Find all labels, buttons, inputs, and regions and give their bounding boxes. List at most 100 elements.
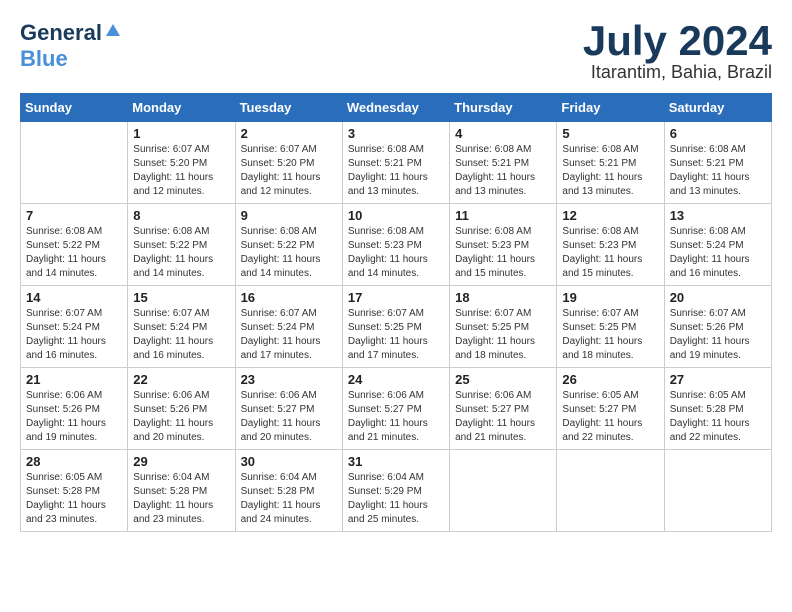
- day-number: 12: [562, 208, 658, 223]
- calendar-cell: 21 Sunrise: 6:06 AM Sunset: 5:26 PM Dayli…: [21, 368, 128, 450]
- day-number: 29: [133, 454, 229, 469]
- day-info: Sunrise: 6:07 AM Sunset: 5:26 PM Dayligh…: [670, 307, 766, 363]
- calendar-cell: 20 Sunrise: 6:07 AM Sunset: 5:26 PM Dayli…: [664, 286, 771, 368]
- day-info: Sunrise: 6:04 AM Sunset: 5:28 PM Dayligh…: [241, 471, 337, 527]
- day-number: 2: [241, 126, 337, 141]
- day-info: Sunrise: 6:08 AM Sunset: 5:21 PM Dayligh…: [455, 143, 551, 199]
- location-subtitle: Itarantim, Bahia, Brazil: [583, 62, 772, 83]
- logo: General Blue: [20, 20, 122, 72]
- day-number: 3: [348, 126, 444, 141]
- calendar-cell: [557, 450, 664, 532]
- calendar-cell: 5 Sunrise: 6:08 AM Sunset: 5:21 PM Daylig…: [557, 122, 664, 204]
- day-info: Sunrise: 6:07 AM Sunset: 5:20 PM Dayligh…: [133, 143, 229, 199]
- day-info: Sunrise: 6:08 AM Sunset: 5:23 PM Dayligh…: [455, 225, 551, 281]
- day-info: Sunrise: 6:07 AM Sunset: 5:20 PM Dayligh…: [241, 143, 337, 199]
- calendar-cell: 4Sunrise: 6:08 AM Sunset: 5:21 PM Daylig…: [450, 122, 557, 204]
- calendar-cell: 10 Sunrise: 6:08 AM Sunset: 5:23 PM Dayli…: [342, 204, 449, 286]
- month-title: July 2024: [583, 20, 772, 62]
- day-number: 25: [455, 372, 551, 387]
- day-info: Sunrise: 6:08 AM Sunset: 5:21 PM Dayligh…: [670, 143, 766, 199]
- day-info: Sunrise: 6:06 AM Sunset: 5:27 PM Dayligh…: [348, 389, 444, 445]
- day-number: 18: [455, 290, 551, 305]
- title-area: July 2024 Itarantim, Bahia, Brazil: [583, 20, 772, 83]
- day-info: Sunrise: 6:06 AM Sunset: 5:27 PM Dayligh…: [455, 389, 551, 445]
- calendar-cell: 9 Sunrise: 6:08 AM Sunset: 5:22 PM Daylig…: [235, 204, 342, 286]
- day-info: Sunrise: 6:08 AM Sunset: 5:21 PM Dayligh…: [348, 143, 444, 199]
- day-info: Sunrise: 6:08 AM Sunset: 5:24 PM Dayligh…: [670, 225, 766, 281]
- calendar-cell: 28 Sunrise: 6:05 AM Sunset: 5:28 PM Dayli…: [21, 450, 128, 532]
- logo-text-general: General: [20, 20, 102, 46]
- day-info: Sunrise: 6:06 AM Sunset: 5:27 PM Dayligh…: [241, 389, 337, 445]
- weekday-header: Saturday: [664, 94, 771, 122]
- day-info: Sunrise: 6:07 AM Sunset: 5:25 PM Dayligh…: [348, 307, 444, 363]
- day-info: Sunrise: 6:07 AM Sunset: 5:24 PM Dayligh…: [241, 307, 337, 363]
- calendar-cell: 25 Sunrise: 6:06 AM Sunset: 5:27 PM Dayli…: [450, 368, 557, 450]
- day-info: Sunrise: 6:04 AM Sunset: 5:28 PM Dayligh…: [133, 471, 229, 527]
- day-number: 24: [348, 372, 444, 387]
- calendar-cell: [664, 450, 771, 532]
- day-number: 8: [133, 208, 229, 223]
- calendar-cell: 6 Sunrise: 6:08 AM Sunset: 5:21 PM Daylig…: [664, 122, 771, 204]
- day-info: Sunrise: 6:08 AM Sunset: 5:21 PM Dayligh…: [562, 143, 658, 199]
- day-info: Sunrise: 6:05 AM Sunset: 5:28 PM Dayligh…: [670, 389, 766, 445]
- weekday-header: Thursday: [450, 94, 557, 122]
- day-info: Sunrise: 6:08 AM Sunset: 5:23 PM Dayligh…: [348, 225, 444, 281]
- day-number: 30: [241, 454, 337, 469]
- day-number: 15: [133, 290, 229, 305]
- calendar-cell: 30 Sunrise: 6:04 AM Sunset: 5:28 PM Dayli…: [235, 450, 342, 532]
- calendar-cell: 8 Sunrise: 6:08 AM Sunset: 5:22 PM Daylig…: [128, 204, 235, 286]
- calendar-cell: 29 Sunrise: 6:04 AM Sunset: 5:28 PM Dayli…: [128, 450, 235, 532]
- calendar-cell: 1 Sunrise: 6:07 AM Sunset: 5:20 PM Daylig…: [128, 122, 235, 204]
- logo-text-blue: Blue: [20, 46, 68, 71]
- calendar-week-row: 1 Sunrise: 6:07 AM Sunset: 5:20 PM Daylig…: [21, 122, 772, 204]
- day-number: 20: [670, 290, 766, 305]
- day-number: 31: [348, 454, 444, 469]
- day-number: 21: [26, 372, 122, 387]
- page-header: General Blue July 2024 Itarantim, Bahia,…: [20, 20, 772, 83]
- calendar-cell: 22Sunrise: 6:06 AM Sunset: 5:26 PM Dayli…: [128, 368, 235, 450]
- day-number: 9: [241, 208, 337, 223]
- day-info: Sunrise: 6:06 AM Sunset: 5:26 PM Dayligh…: [133, 389, 229, 445]
- day-info: Sunrise: 6:06 AM Sunset: 5:26 PM Dayligh…: [26, 389, 122, 445]
- calendar-cell: 15Sunrise: 6:07 AM Sunset: 5:24 PM Dayli…: [128, 286, 235, 368]
- day-info: Sunrise: 6:08 AM Sunset: 5:22 PM Dayligh…: [133, 225, 229, 281]
- day-info: Sunrise: 6:05 AM Sunset: 5:28 PM Dayligh…: [26, 471, 122, 527]
- calendar-cell: 3 Sunrise: 6:08 AM Sunset: 5:21 PM Daylig…: [342, 122, 449, 204]
- calendar-table: SundayMondayTuesdayWednesdayThursdayFrid…: [20, 93, 772, 532]
- day-number: 14: [26, 290, 122, 305]
- weekday-header: Friday: [557, 94, 664, 122]
- calendar-cell: 23Sunrise: 6:06 AM Sunset: 5:27 PM Dayli…: [235, 368, 342, 450]
- calendar-cell: 19Sunrise: 6:07 AM Sunset: 5:25 PM Dayli…: [557, 286, 664, 368]
- weekday-header: Wednesday: [342, 94, 449, 122]
- calendar-cell: 12 Sunrise: 6:08 AM Sunset: 5:23 PM Dayli…: [557, 204, 664, 286]
- calendar-cell: 13Sunrise: 6:08 AM Sunset: 5:24 PM Dayli…: [664, 204, 771, 286]
- day-info: Sunrise: 6:07 AM Sunset: 5:25 PM Dayligh…: [562, 307, 658, 363]
- day-info: Sunrise: 6:08 AM Sunset: 5:22 PM Dayligh…: [241, 225, 337, 281]
- calendar-cell: 2 Sunrise: 6:07 AM Sunset: 5:20 PM Daylig…: [235, 122, 342, 204]
- day-info: Sunrise: 6:08 AM Sunset: 5:22 PM Dayligh…: [26, 225, 122, 281]
- day-number: 28: [26, 454, 122, 469]
- calendar-header-row: SundayMondayTuesdayWednesdayThursdayFrid…: [21, 94, 772, 122]
- day-number: 11: [455, 208, 551, 223]
- calendar-cell: 14 Sunrise: 6:07 AM Sunset: 5:24 PM Dayli…: [21, 286, 128, 368]
- day-number: 5: [562, 126, 658, 141]
- calendar-cell: 31 Sunrise: 6:04 AM Sunset: 5:29 PM Dayli…: [342, 450, 449, 532]
- day-info: Sunrise: 6:07 AM Sunset: 5:24 PM Dayligh…: [26, 307, 122, 363]
- weekday-header: Tuesday: [235, 94, 342, 122]
- day-info: Sunrise: 6:04 AM Sunset: 5:29 PM Dayligh…: [348, 471, 444, 527]
- calendar-cell: 27Sunrise: 6:05 AM Sunset: 5:28 PM Dayli…: [664, 368, 771, 450]
- day-info: Sunrise: 6:07 AM Sunset: 5:25 PM Dayligh…: [455, 307, 551, 363]
- day-number: 16: [241, 290, 337, 305]
- day-number: 1: [133, 126, 229, 141]
- logo-icon: [104, 22, 122, 40]
- calendar-cell: 17 Sunrise: 6:07 AM Sunset: 5:25 PM Dayli…: [342, 286, 449, 368]
- calendar-cell: 26Sunrise: 6:05 AM Sunset: 5:27 PM Dayli…: [557, 368, 664, 450]
- calendar-cell: [21, 122, 128, 204]
- day-info: Sunrise: 6:08 AM Sunset: 5:23 PM Dayligh…: [562, 225, 658, 281]
- calendar-cell: 18 Sunrise: 6:07 AM Sunset: 5:25 PM Dayli…: [450, 286, 557, 368]
- day-number: 17: [348, 290, 444, 305]
- day-number: 10: [348, 208, 444, 223]
- calendar-cell: 11 Sunrise: 6:08 AM Sunset: 5:23 PM Dayli…: [450, 204, 557, 286]
- calendar-week-row: 21 Sunrise: 6:06 AM Sunset: 5:26 PM Dayli…: [21, 368, 772, 450]
- day-number: 6: [670, 126, 766, 141]
